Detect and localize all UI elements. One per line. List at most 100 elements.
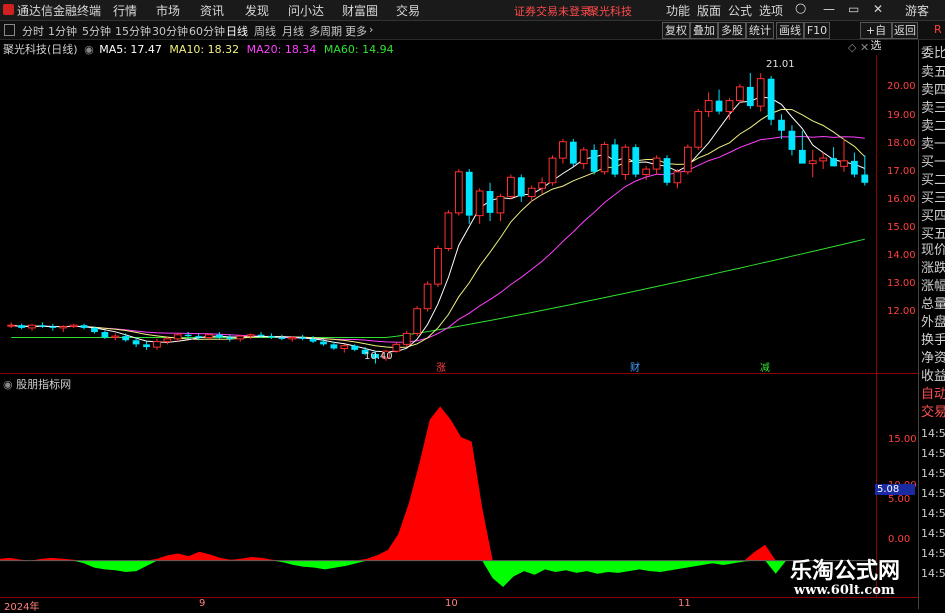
menu-discover[interactable]: 发现 xyxy=(245,2,269,19)
panel-item[interactable]: 交易 xyxy=(921,405,945,421)
guest-label[interactable]: 游客 xyxy=(905,2,929,19)
candle-body xyxy=(184,334,192,337)
panel-item: 卖五 xyxy=(921,65,945,80)
time-label: 2024年 xyxy=(4,602,40,613)
candle-body xyxy=(746,86,754,107)
candle-body xyxy=(694,111,703,148)
back-button[interactable]: 返回 xyxy=(892,22,918,39)
drawline-button[interactable]: 画线 xyxy=(776,22,804,39)
indicator-positive-area xyxy=(0,406,870,561)
candle-body xyxy=(548,157,557,184)
panel-item: 买五 xyxy=(921,227,945,242)
high-price-label: 21.01 xyxy=(766,59,795,70)
menu-formula[interactable]: 公式 xyxy=(728,2,752,19)
period-tab-daily[interactable]: 日线 xyxy=(226,23,248,39)
time-item: 14:56 xyxy=(921,427,945,440)
candle-body xyxy=(704,100,713,113)
candle-body xyxy=(278,337,286,339)
period-tab-15min[interactable]: 15分钟 xyxy=(115,23,151,39)
candle-body xyxy=(69,324,78,328)
event-marker-jian[interactable]: 减 xyxy=(760,359,770,374)
menu-market[interactable]: 市场 xyxy=(156,2,180,19)
app-logo-icon xyxy=(3,4,14,15)
chart-nav-icon[interactable]: ◇ ✕ xyxy=(848,41,869,54)
event-marker-zhang[interactable]: 涨 xyxy=(436,359,446,374)
candle-body xyxy=(735,86,744,102)
menu-ask[interactable]: 问小达 xyxy=(288,2,324,19)
candle-body xyxy=(320,341,327,345)
candle-body xyxy=(18,325,25,328)
stock-tag: 聚光科技 xyxy=(588,5,632,18)
adjust-button[interactable]: 复权 xyxy=(662,22,690,39)
time-item: 14:56 xyxy=(921,467,945,480)
candle-body xyxy=(465,171,473,216)
overlay-button[interactable]: 叠加 xyxy=(690,22,718,39)
period-tab-1min[interactable]: 1分钟 xyxy=(48,23,77,39)
price-tick: 16.00 xyxy=(887,194,916,205)
panel-item: 买一 xyxy=(921,155,945,170)
close-icon[interactable]: ✕ xyxy=(873,2,883,16)
search-icon[interactable]: ○ xyxy=(795,1,806,16)
price-tick: 12.00 xyxy=(887,306,916,317)
indicator-negative-area xyxy=(0,560,870,587)
candle-body xyxy=(808,160,817,165)
candle-body xyxy=(122,336,130,341)
menu-function[interactable]: 功能 xyxy=(666,2,690,19)
panel-item[interactable]: 委比 xyxy=(921,46,945,62)
f10-button[interactable]: F10 xyxy=(804,22,830,39)
candle-body xyxy=(226,337,234,339)
menu-trade[interactable]: 交易 xyxy=(396,2,420,19)
minimize-icon[interactable]: — xyxy=(823,2,835,16)
candle-body xyxy=(851,160,858,175)
candle-body xyxy=(423,283,432,310)
login-status[interactable]: 证券交易未登录 xyxy=(514,3,591,19)
panel-item[interactable]: 自动 xyxy=(921,387,945,403)
restore-icon[interactable]: ▭ xyxy=(848,2,859,16)
candle-body xyxy=(527,187,536,197)
toolbar-toggle-icon[interactable] xyxy=(4,24,15,36)
price-tick: 15.00 xyxy=(887,222,916,233)
event-marker-cai[interactable]: 财 xyxy=(630,359,640,374)
candle-body xyxy=(268,336,275,338)
candle-body xyxy=(778,119,785,131)
price-tick: 17.00 xyxy=(887,166,916,177)
candle-body xyxy=(506,176,515,197)
candle-body xyxy=(351,345,359,350)
multi-stock-button[interactable]: 多股 xyxy=(718,22,746,39)
period-tab-30min[interactable]: 30分钟 xyxy=(152,23,188,39)
indicator-chart[interactable] xyxy=(0,390,876,595)
add-watchlist-button[interactable]: +自选 xyxy=(860,22,892,52)
menu-wealth[interactable]: 财富圈 xyxy=(342,2,378,19)
menu-options[interactable]: 选项 xyxy=(759,2,783,19)
candle-body xyxy=(767,78,775,120)
period-tab-intraday[interactable]: 分时 xyxy=(22,23,44,39)
candle-body xyxy=(454,171,463,214)
period-tab-60min[interactable]: 60分钟 xyxy=(189,23,225,39)
candle-body xyxy=(434,247,442,285)
candle-body xyxy=(600,143,609,173)
candlestick-chart[interactable] xyxy=(0,55,918,373)
period-tab-5min[interactable]: 5分钟 xyxy=(82,23,111,39)
r-badge: R xyxy=(934,23,942,36)
stats-button[interactable]: 统计 xyxy=(746,22,774,39)
candle-body xyxy=(59,326,68,329)
period-tab-monthly[interactable]: 月线 xyxy=(282,23,304,39)
period-tab-more[interactable]: 更多 xyxy=(345,23,367,39)
time-label: 9 xyxy=(199,598,206,609)
candle-body xyxy=(683,146,692,173)
menu-layout[interactable]: 版面 xyxy=(697,2,721,19)
candle-body xyxy=(246,334,255,337)
period-tab-weekly[interactable]: 周线 xyxy=(254,23,276,39)
pane-divider[interactable] xyxy=(0,373,918,374)
more-chevron-icon[interactable]: › xyxy=(369,23,373,36)
menu-news[interactable]: 资讯 xyxy=(200,2,224,19)
price-tick: 19.00 xyxy=(887,110,916,121)
candle-body xyxy=(173,334,182,340)
candle-body xyxy=(330,344,338,349)
candle-body xyxy=(788,130,796,150)
menu-market-quotes[interactable]: 行情 xyxy=(113,2,137,19)
time-item: 14:56 xyxy=(921,527,945,540)
candle-body xyxy=(486,190,494,213)
period-tab-multi[interactable]: 多周期 xyxy=(309,23,342,39)
candle-body xyxy=(538,182,546,189)
